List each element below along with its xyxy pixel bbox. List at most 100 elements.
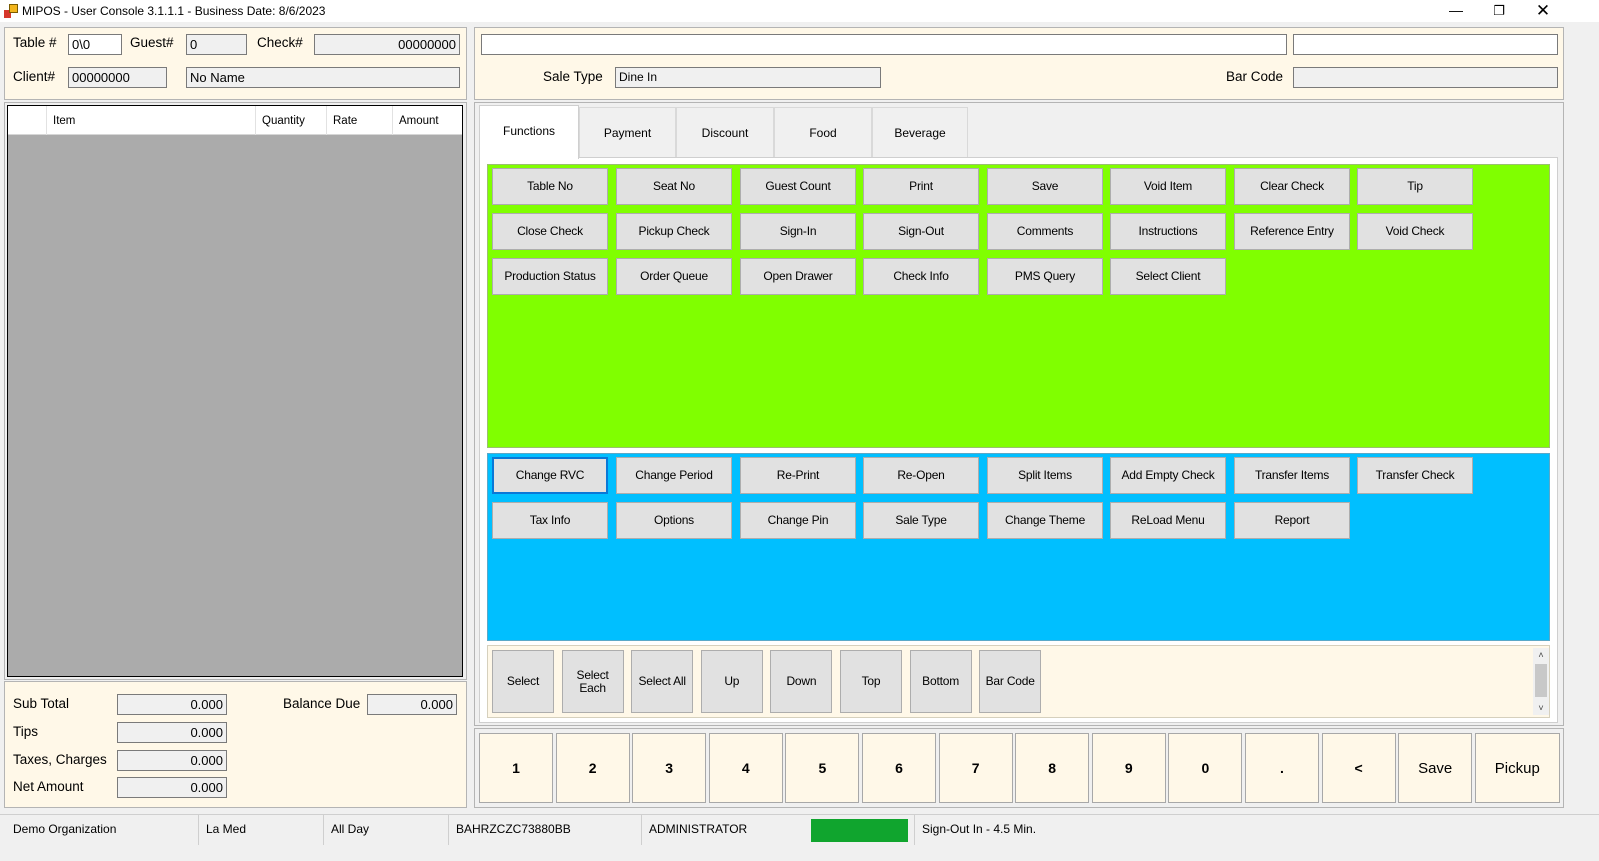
change-pin-button[interactable]: Change Pin [740,502,856,539]
keypad-2-button[interactable]: 2 [555,733,630,803]
secondary-input[interactable] [1293,34,1558,55]
client-name-field[interactable]: No Name [186,67,460,88]
reload-menu-button[interactable]: ReLoad Menu [1110,502,1226,539]
table-no-button[interactable]: Table No [492,168,608,205]
keypad-4-button[interactable]: 4 [708,733,783,803]
up-selection-button[interactable]: Up [700,650,763,713]
scroll-thumb[interactable] [1535,664,1547,697]
add-empty-check-button[interactable]: Add Empty Check [1110,457,1226,494]
options-button[interactable]: Options [616,502,732,539]
down-selection-button[interactable]: Down [770,650,833,713]
change-theme-button[interactable]: Change Theme [987,502,1103,539]
client-label: Client# [13,69,56,84]
keypad-0-button[interactable]: 0 [1168,733,1243,803]
select-client-button[interactable]: Select Client [1110,258,1226,295]
window-title: MIPOS - User Console 3.1.1.1 - Business … [22,4,326,18]
keypad-6-button[interactable]: 6 [862,733,936,803]
keypad-pickup-button[interactable]: Pickup [1474,733,1560,803]
keypad-9-button[interactable]: 9 [1091,733,1166,803]
bar-code-field[interactable] [1293,67,1558,88]
keypad-7-button[interactable]: 7 [938,733,1013,803]
close-check-button[interactable]: Close Check [492,213,608,250]
void-check-button[interactable]: Void Check [1357,213,1473,250]
check-number-field[interactable]: 00000000 [314,34,460,55]
pickup-check-button[interactable]: Pickup Check [616,213,732,250]
pms-query-button[interactable]: PMS Query [987,258,1103,295]
bar-code-label: Bar Code [1226,69,1284,84]
table-number-field[interactable]: 0\0 [68,34,122,55]
select-each-selection-button[interactable]: Select Each [561,650,624,713]
close-icon[interactable]: ✕ [1520,0,1566,22]
selection-scrollbar[interactable]: ˄ ˅ [1533,648,1549,715]
keypad-save-button[interactable]: Save [1398,733,1473,803]
status-period: All Day [323,815,448,845]
check-info-button[interactable]: Check Info [863,258,979,295]
guest-label: Guest# [130,35,174,50]
keypad-8-button[interactable]: 8 [1015,733,1090,803]
tips-value: 0.000 [117,722,227,743]
order-queue-button[interactable]: Order Queue [616,258,732,295]
keypad-5-button[interactable]: 5 [785,733,860,803]
sale-type-label: Sale Type [543,69,603,84]
net-amount-label: Net Amount [13,779,84,794]
save-button[interactable]: Save [987,168,1103,205]
instructions-button[interactable]: Instructions [1110,213,1226,250]
keypad-decimal-point-button[interactable]: . [1245,733,1319,803]
column-item[interactable]: Item [46,106,255,135]
scroll-up-icon[interactable]: ˄ [1533,648,1549,662]
net-amount-value: 0.000 [117,777,227,798]
restore-icon[interactable]: ❐ [1476,0,1522,22]
tab-discount[interactable]: Discount [676,107,774,157]
column-amount[interactable]: Amount [392,106,462,135]
tab-functions[interactable]: Functions [479,105,579,159]
tip-button[interactable]: Tip [1357,168,1473,205]
select-selection-button[interactable]: Select [492,650,554,713]
balance-due-label: Balance Due [283,696,361,711]
guest-count-button[interactable]: Guest Count [740,168,856,205]
sale-type-button[interactable]: Sale Type [863,502,979,539]
scroll-down-icon[interactable]: ˅ [1533,701,1549,715]
column-rate[interactable]: Rate [326,106,392,135]
status-bar: Demo Organization La Med All Day BAHRZCZ… [0,814,1599,845]
report-button[interactable]: Report [1234,502,1350,539]
tab-beverage[interactable]: Beverage [872,107,968,157]
transfer-check-button[interactable]: Transfer Check [1357,457,1473,494]
order-grid[interactable]: Item Quantity Rate Amount [7,105,463,677]
status-terminal: BAHRZCZC73880BB [448,815,641,845]
message-input[interactable] [481,34,1287,55]
clear-check-button[interactable]: Clear Check [1234,168,1350,205]
status-indicator [811,819,908,842]
transfer-items-button[interactable]: Transfer Items [1234,457,1350,494]
production-status-button[interactable]: Production Status [492,258,608,295]
column-quantity[interactable]: Quantity [255,106,326,135]
reference-entry-button[interactable]: Reference Entry [1234,213,1350,250]
re-open-button[interactable]: Re-Open [863,457,979,494]
select-all-selection-button[interactable]: Select All [631,650,694,713]
minimize-icon[interactable]: — [1433,0,1479,22]
row-selector-header [8,106,46,135]
print-button[interactable]: Print [863,168,979,205]
change-period-button[interactable]: Change Period [616,457,732,494]
bar-code-selection-button[interactable]: Bar Code [979,650,1042,713]
sale-type-field[interactable]: Dine In [615,67,881,88]
top-selection-button[interactable]: Top [840,650,902,713]
comments-button[interactable]: Comments [987,213,1103,250]
re-print-button[interactable]: Re-Print [740,457,856,494]
keypad-1-button[interactable]: 1 [479,733,553,803]
split-items-button[interactable]: Split Items [987,457,1103,494]
tab-food[interactable]: Food [774,107,872,157]
bottom-selection-button[interactable]: Bottom [909,650,972,713]
guest-number-field[interactable]: 0 [186,34,247,55]
title-bar: MIPOS - User Console 3.1.1.1 - Business … [0,0,1599,22]
tax-info-button[interactable]: Tax Info [492,502,608,539]
sign-in-button[interactable]: Sign-In [740,213,856,250]
sign-out-button[interactable]: Sign-Out [863,213,979,250]
keypad-backspace-button[interactable]: < [1321,733,1396,803]
tab-payment[interactable]: Payment [579,107,676,157]
keypad-3-button[interactable]: 3 [632,733,707,803]
seat-no-button[interactable]: Seat No [616,168,732,205]
client-number-field[interactable]: 00000000 [68,67,167,88]
change-rvc-button[interactable]: Change RVC [492,457,608,494]
open-drawer-button[interactable]: Open Drawer [740,258,856,295]
void-item-button[interactable]: Void Item [1110,168,1226,205]
